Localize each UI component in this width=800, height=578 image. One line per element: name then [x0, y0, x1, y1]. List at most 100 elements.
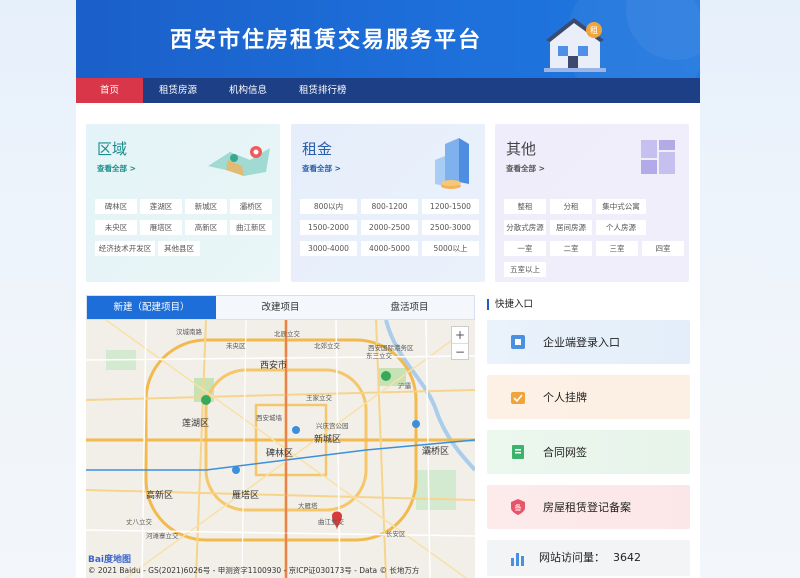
map-view[interactable]: 西安市 北辰立交 汉城南路 未央区 西安国际港务区 东三立交 北郊立交 王家立交…	[86, 320, 475, 578]
tag-region-jingkai[interactable]: 经济技术开发区	[95, 241, 155, 256]
quick-enterprise-login-label: 企业端登录入口	[543, 336, 620, 349]
map-label-weiyang: 未央区	[226, 342, 246, 350]
tag-other-2room[interactable]: 二室	[550, 241, 592, 256]
tag-region-xincheng[interactable]: 新城区	[185, 199, 227, 214]
map-label-beilin: 碑林区	[266, 449, 294, 459]
header-banner: 西安市住房租赁交易服务平台 租	[76, 0, 700, 78]
map-label-xingqing: 兴庆宫公园	[316, 422, 349, 430]
tag-other-4room[interactable]: 四室	[642, 241, 684, 256]
tag-other-apartment[interactable]: 集中式公寓	[596, 199, 646, 214]
map-label-qujiang: 曲江立交	[318, 518, 344, 526]
tag-rent-9[interactable]: 5000以上	[422, 241, 479, 256]
region-title: 区域	[97, 140, 128, 158]
map-label-hetanzhai: 河滩寨立交	[146, 532, 179, 540]
map-label-dongsan: 东三立交	[366, 352, 392, 360]
baidu-map-logo: Bai度地图	[88, 555, 132, 565]
nav-home[interactable]: 首页	[76, 78, 144, 103]
personal-listing-icon	[511, 392, 525, 404]
bar-chart-icon	[511, 553, 524, 566]
tab-new-projects[interactable]: 新建（配建项目）	[87, 296, 216, 319]
svg-text:备: 备	[515, 503, 522, 512]
map-copyright: © 2021 Baidu - GS(2021)6026号 - 甲测资字11009…	[88, 566, 420, 575]
tag-rent-8[interactable]: 4000-5000	[361, 241, 418, 256]
map-tabs: 新建（配建项目） 改建项目 盘活项目	[86, 295, 475, 320]
tag-rent-5[interactable]: 2000-2500	[361, 220, 418, 235]
tab-rebuilt-projects[interactable]: 改建项目	[216, 296, 345, 319]
tag-region-weiyang[interactable]: 未央区	[95, 220, 137, 235]
tag-other-whole[interactable]: 整租	[504, 199, 546, 214]
tag-other-3room[interactable]: 三室	[596, 241, 638, 256]
map-label-city: 西安市	[260, 361, 288, 371]
enterprise-login-icon	[511, 335, 525, 349]
buildings-illustration-icon	[435, 138, 469, 189]
map-label-beichen: 北辰立交	[274, 330, 300, 338]
quick-lease-registration[interactable]: 备 房屋租赁登记备案	[487, 485, 690, 529]
quick-access-heading: 快捷入口	[487, 299, 533, 310]
rooms-illustration-icon	[641, 140, 675, 174]
lease-registration-icon: 备	[511, 499, 525, 515]
tag-rent-6[interactable]: 2500-3000	[422, 220, 479, 235]
map-illustration-icon	[208, 146, 270, 176]
tag-rent-1[interactable]: 800以内	[300, 199, 357, 214]
tag-rent-3[interactable]: 1200-1500	[422, 199, 479, 214]
visit-counter-text: 网站访问量： 3642	[539, 549, 641, 565]
map-label-zhangba: 丈八立交	[126, 518, 152, 526]
tag-rent-7[interactable]: 3000-4000	[300, 241, 357, 256]
tag-region-lianhu[interactable]: 莲湖区	[140, 199, 182, 214]
map-label-baqiao: 灞桥区	[422, 447, 450, 457]
map-label-yanta: 雁塔区	[232, 491, 260, 501]
zoom-out-icon[interactable]: −	[452, 343, 468, 359]
svg-text:租: 租	[590, 26, 598, 35]
quick-contract-sign[interactable]: 合同网签	[487, 430, 690, 474]
quick-enterprise-login[interactable]: 企业端登录入口	[487, 320, 690, 364]
rent-view-all-link[interactable]: 查看全部 >	[302, 163, 341, 174]
tag-other-scattered[interactable]: 分散式房源	[504, 220, 546, 235]
tag-other-5room[interactable]: 五室以上	[504, 262, 546, 277]
house-icon: 租	[544, 18, 606, 72]
other-filter-card: 其他 查看全部 > 整租 分租 集中式公寓 分散式房源 居间房源 个人房源 一室…	[495, 124, 689, 282]
map-label-wangjia: 王家立交	[306, 394, 332, 402]
quick-lease-registration-label: 房屋租赁登记备案	[543, 501, 631, 514]
tag-region-beilin[interactable]: 碑林区	[95, 199, 137, 214]
tag-other-personal[interactable]: 个人房源	[596, 220, 646, 235]
tag-rent-2[interactable]: 800-1200	[361, 199, 418, 214]
nav-rental-ranking[interactable]: 租赁排行榜	[283, 78, 363, 103]
nav-agency-info[interactable]: 机构信息	[213, 78, 283, 103]
tab-revitalized-projects[interactable]: 盘活项目	[345, 296, 474, 319]
map-label-chanba: 浐灞	[398, 382, 411, 390]
map-label-lianhu: 莲湖区	[182, 419, 210, 429]
map-label-beijiao: 北郊立交	[314, 342, 340, 350]
region-view-all-link[interactable]: 查看全部 >	[97, 163, 136, 174]
quick-personal-listing[interactable]: 个人挂牌	[487, 375, 690, 419]
tag-region-yanta[interactable]: 雁塔区	[140, 220, 182, 235]
site-title: 西安市住房租赁交易服务平台	[170, 28, 483, 53]
nav-rental-listings[interactable]: 租赁房源	[143, 78, 213, 103]
tag-rent-4[interactable]: 1500-2000	[300, 220, 357, 235]
map-label-citywall: 西安城墙	[256, 414, 282, 422]
contract-sign-icon	[512, 445, 524, 459]
tag-region-qujiang[interactable]: 曲江新区	[230, 220, 272, 235]
region-filter-card: 区域 查看全部 > 碑林区 莲湖区 新城区 灞桥区 未央区 雁塔区 高新区 曲江…	[86, 124, 280, 282]
visit-counter-label: 网站访问量：	[539, 551, 605, 564]
tag-other-broker[interactable]: 居间房源	[550, 220, 592, 235]
map-zoom-control[interactable]: + −	[451, 326, 469, 360]
map-label-xincheng: 新城区	[314, 435, 342, 445]
map-label-gaoxin: 高新区	[146, 491, 174, 501]
tag-other-shared[interactable]: 分租	[550, 199, 592, 214]
tag-region-other[interactable]: 其他县区	[158, 241, 200, 256]
main-nav: 首页 租赁房源 机构信息 租赁排行榜	[76, 78, 700, 103]
rent-filter-card: 租金 查看全部 > 800以内 800-1200 1200-1500 1500-…	[291, 124, 485, 282]
rent-title: 租金	[302, 140, 333, 158]
tag-region-baqiao[interactable]: 灞桥区	[230, 199, 272, 214]
tag-region-gaoxin[interactable]: 高新区	[185, 220, 227, 235]
quick-contract-sign-label: 合同网签	[543, 446, 587, 459]
other-view-all-link[interactable]: 查看全部 >	[506, 163, 545, 174]
map-label-dayanta: 大雁塔	[298, 502, 318, 510]
tag-other-1room[interactable]: 一室	[504, 241, 546, 256]
map-label-hancheng: 汉城南路	[176, 328, 202, 336]
map-label-changan: 长安区	[386, 530, 406, 538]
other-title: 其他	[506, 140, 537, 158]
zoom-in-icon[interactable]: +	[452, 327, 468, 343]
quick-personal-listing-label: 个人挂牌	[543, 391, 587, 404]
site-visit-counter: 网站访问量： 3642	[487, 540, 690, 576]
